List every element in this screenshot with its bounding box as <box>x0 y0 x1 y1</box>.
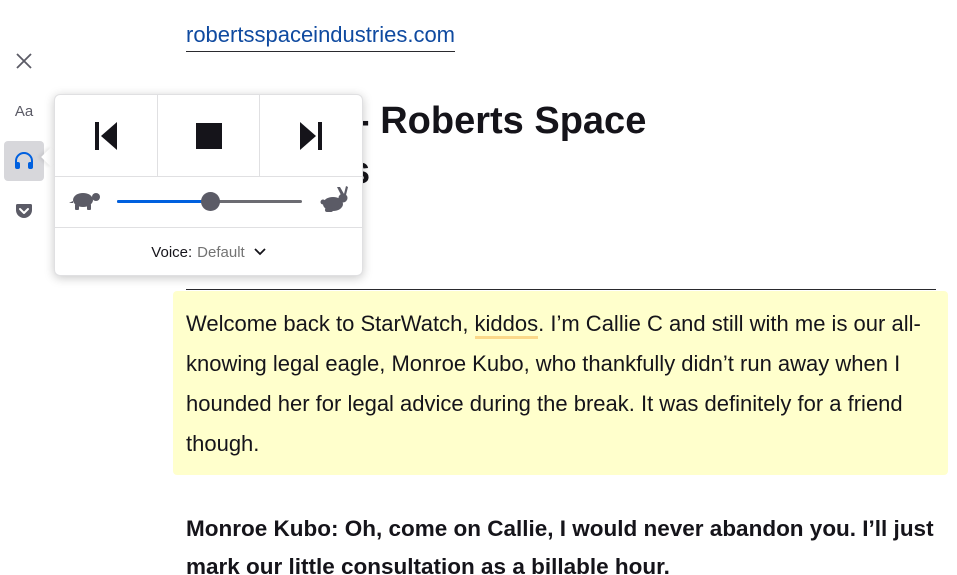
speed-slider-thumb[interactable] <box>200 192 220 211</box>
voice-select[interactable]: Voice: Default <box>55 228 362 276</box>
type-controls-button[interactable]: Aa <box>4 91 44 131</box>
rabbit-icon <box>320 186 348 212</box>
chevron-down-icon <box>254 248 266 256</box>
playback-controls <box>55 95 362 177</box>
next-paragraph-button[interactable] <box>260 95 362 176</box>
article-domain-link[interactable]: robertsspaceindustries.com <box>186 22 456 52</box>
paragraph-text-start: Welcome back to StarWatch, <box>186 311 475 336</box>
article-paragraph: Welcome back to StarWatch, kiddos. I’m C… <box>186 304 931 464</box>
speed-control <box>55 176 362 228</box>
stop-button[interactable] <box>158 95 261 176</box>
skip-back-icon <box>94 121 117 150</box>
voice-value: Default <box>197 243 245 261</box>
previous-paragraph-button[interactable] <box>55 95 158 176</box>
stop-icon <box>195 122 222 149</box>
close-icon <box>16 53 32 69</box>
speed-slider-fill <box>117 200 210 203</box>
type-controls-label: Aa <box>14 102 34 120</box>
voice-label: Voice: <box>151 243 193 261</box>
turtle-icon <box>69 193 100 210</box>
save-to-pocket-button[interactable] <box>4 191 44 231</box>
article-paragraph-2: Monroe Kubo: Oh, come on Callie, I would… <box>186 510 936 575</box>
headphones-icon <box>15 152 33 169</box>
current-word-highlight: kiddos <box>474 311 539 339</box>
close-reader-button[interactable] <box>4 41 44 81</box>
speed-slider[interactable] <box>117 192 302 211</box>
speaker-name: Monroe Kubo <box>186 516 331 541</box>
header-divider <box>186 289 936 290</box>
narrate-popup: Voice: Default <box>54 94 363 276</box>
reader-view: Aa robertsspaceindustries.com h: Bo 2.0 … <box>0 0 957 575</box>
pocket-icon <box>16 204 32 218</box>
narrate-button[interactable] <box>4 141 44 181</box>
skip-forward-icon <box>300 121 323 150</box>
